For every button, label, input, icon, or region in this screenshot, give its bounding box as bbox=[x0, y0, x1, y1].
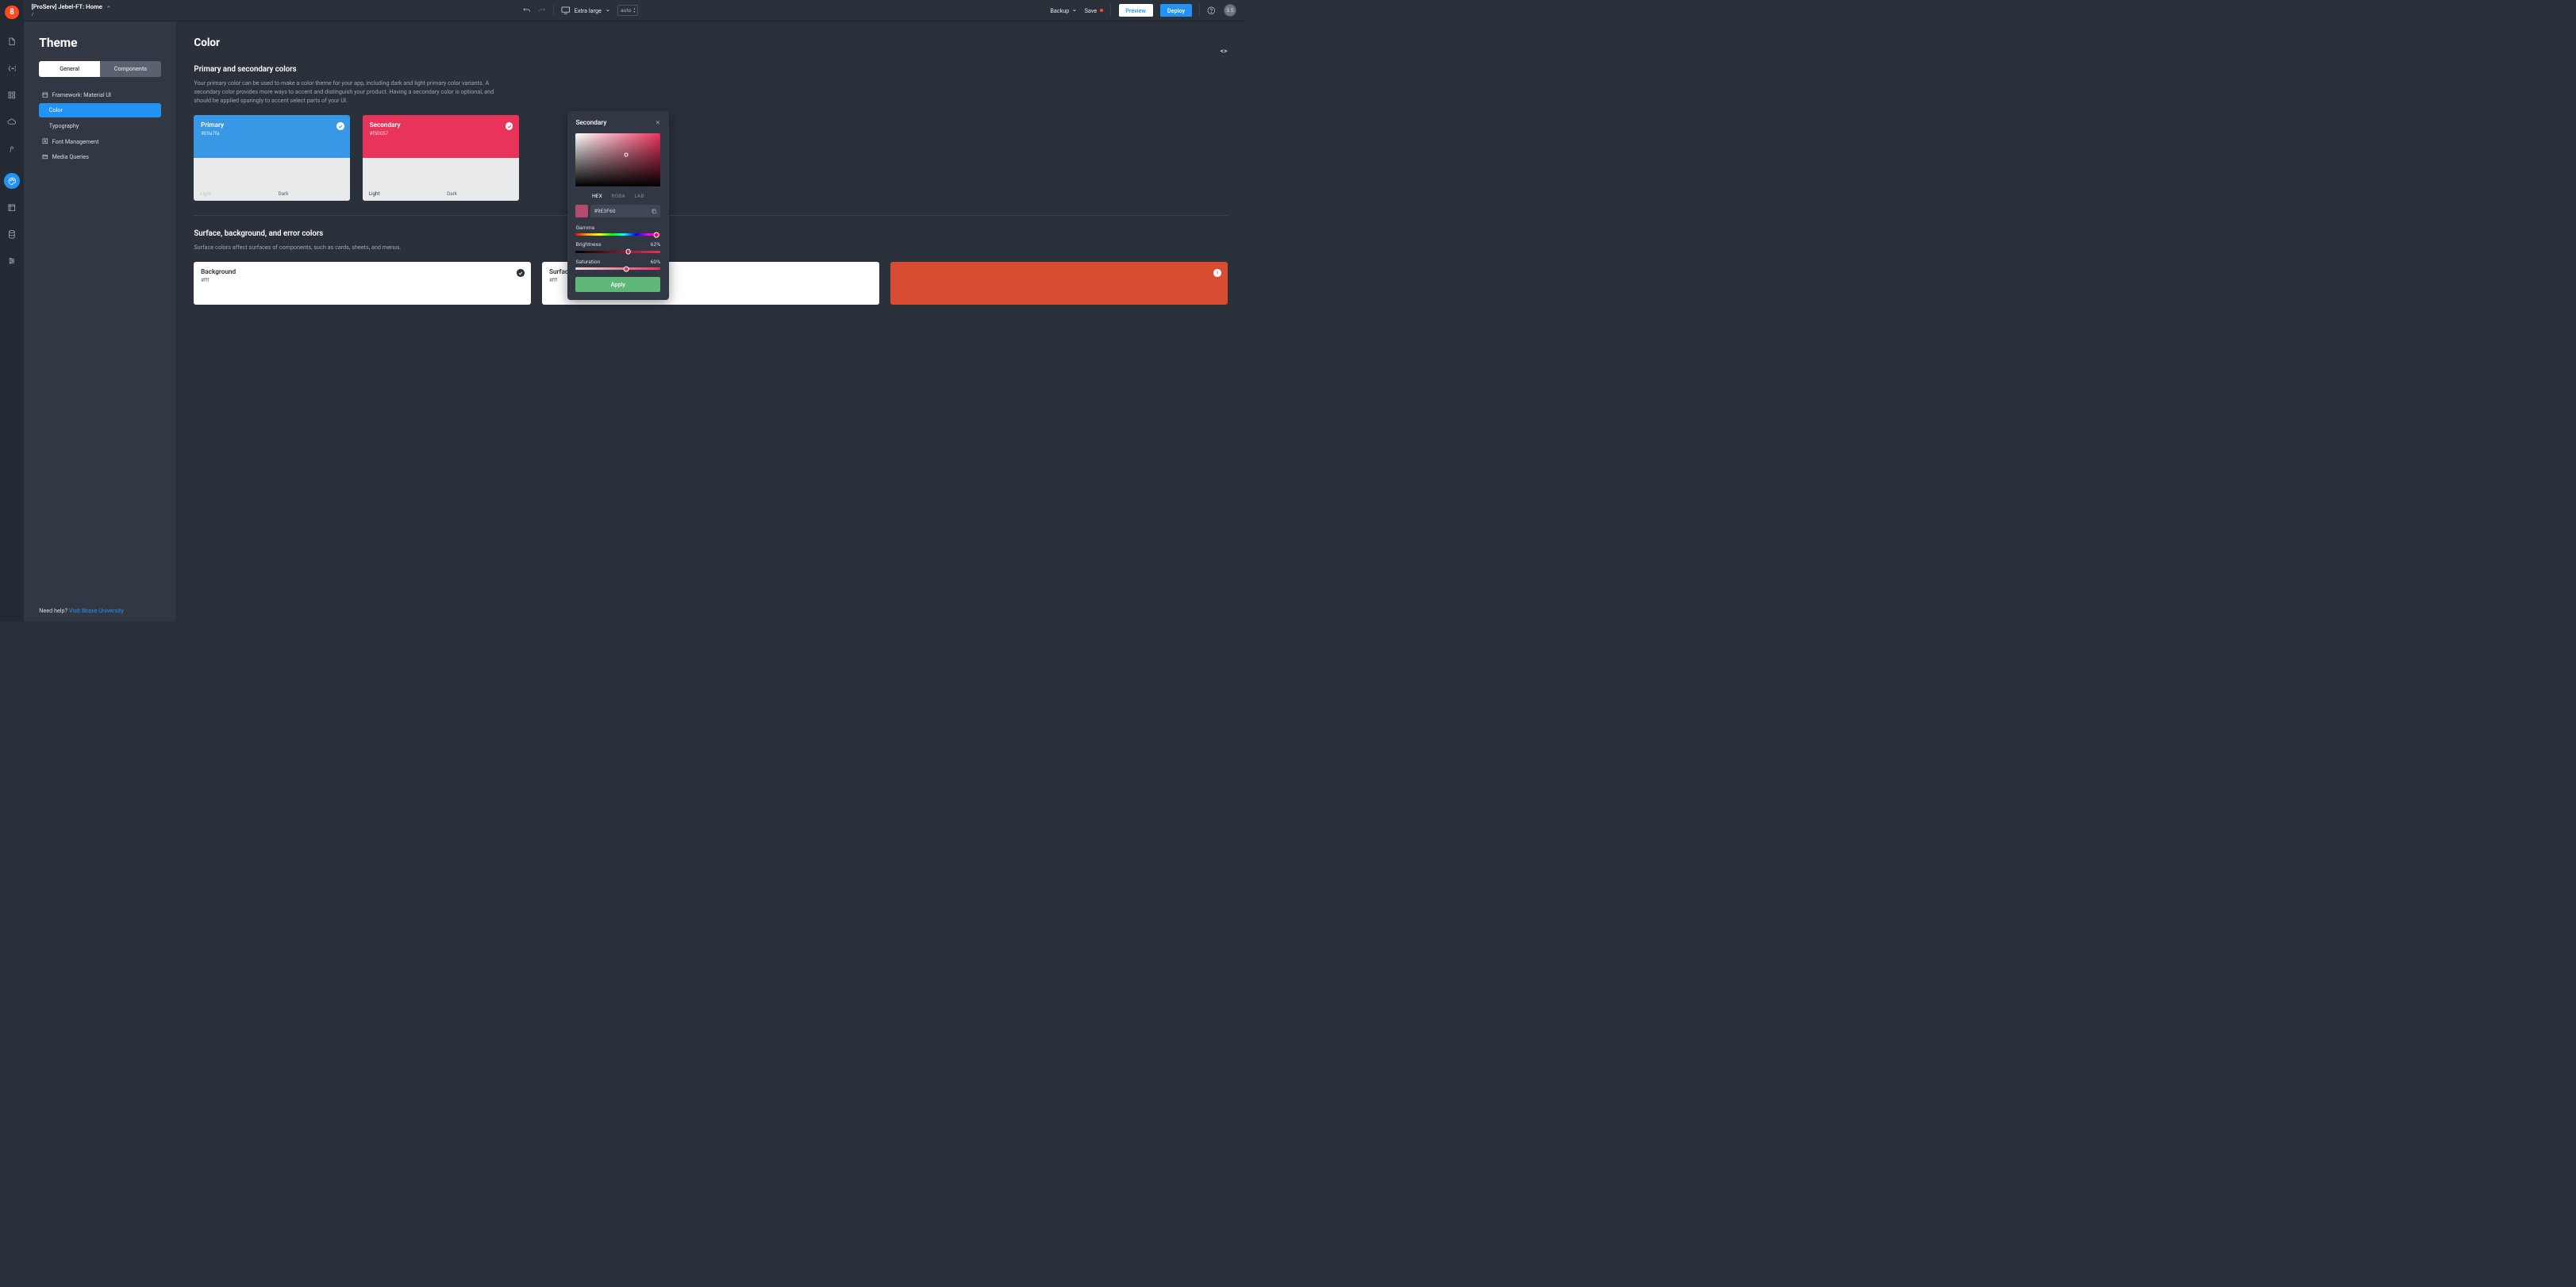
primary-hex: #09a7fa bbox=[201, 130, 344, 136]
primary-dark: Dark bbox=[272, 158, 351, 201]
format-tabs: HEX RGBA LAB bbox=[575, 193, 660, 199]
section-desc-primary: Your primary color can be used to make a… bbox=[194, 79, 508, 106]
topbar: [ProServ] Jebel-FT: Home / Extra large bbox=[24, 0, 1244, 21]
pages-icon[interactable] bbox=[4, 33, 19, 48]
tab-components[interactable]: Components bbox=[100, 61, 161, 77]
theme-icon[interactable] bbox=[4, 173, 19, 188]
unsaved-indicator bbox=[1100, 9, 1103, 12]
check-icon bbox=[506, 122, 513, 130]
zoom-value: auto bbox=[621, 7, 631, 13]
secondary-dark: Dark bbox=[440, 158, 519, 201]
avatar[interactable]: S S bbox=[1224, 4, 1236, 17]
theme-tree: Framework: Material UI Color Typography … bbox=[39, 87, 161, 164]
primary-swatch[interactable]: Primary #09a7fa Light Dark bbox=[194, 115, 350, 201]
help-text: Need help? Visit 8base University bbox=[39, 607, 161, 614]
tree-media[interactable]: Media Queries bbox=[39, 149, 161, 164]
brightness-value: 62% bbox=[651, 241, 661, 248]
help-icon[interactable] bbox=[1207, 6, 1216, 15]
theme-sidebar: Theme General Components Framework: Mate… bbox=[24, 21, 177, 621]
secondary-hex: #f50057 bbox=[370, 130, 513, 136]
background-label: Background bbox=[201, 268, 524, 276]
tree-color[interactable]: Color bbox=[39, 103, 161, 118]
saturation-value: 60% bbox=[651, 259, 661, 265]
backup-button[interactable]: Backup bbox=[1050, 7, 1077, 14]
tree-fonts[interactable]: Font Management bbox=[39, 134, 161, 149]
cloud-icon[interactable] bbox=[4, 114, 19, 129]
settings-icon[interactable] bbox=[4, 254, 19, 269]
path: / bbox=[32, 11, 111, 17]
error-swatch[interactable]: ! bbox=[890, 262, 1227, 305]
logo[interactable]: 8 bbox=[5, 6, 18, 19]
format-lab[interactable]: LAB bbox=[634, 193, 644, 199]
viewport-label: Extra large bbox=[575, 7, 602, 14]
spectrum-cursor[interactable] bbox=[625, 153, 629, 157]
color-picker-popover: Secondary ✕ HEX RGBA LAB #9E3F60 bbox=[567, 111, 669, 300]
background-swatch[interactable]: Background #fff bbox=[194, 262, 530, 305]
code-toggle-icon[interactable]: <> bbox=[1221, 48, 1228, 56]
section-title-primary: Primary and secondary colors bbox=[194, 65, 1227, 74]
zoom-input[interactable]: auto ▴▾ bbox=[617, 5, 638, 16]
assets-icon[interactable] bbox=[4, 200, 19, 215]
format-rgba[interactable]: RGBA bbox=[611, 193, 625, 199]
tree-framework[interactable]: Framework: Material UI bbox=[39, 87, 161, 102]
gamma-slider[interactable] bbox=[575, 233, 660, 236]
hex-input[interactable]: #9E3F60 bbox=[590, 205, 660, 217]
gamma-thumb[interactable] bbox=[653, 232, 659, 238]
deploy-button[interactable]: Deploy bbox=[1160, 4, 1191, 17]
save-button[interactable]: Save bbox=[1085, 7, 1103, 14]
redo-icon bbox=[538, 7, 546, 13]
brightness-label: Brightness bbox=[575, 241, 601, 248]
format-hex[interactable]: HEX bbox=[592, 193, 602, 199]
background-hex: #fff bbox=[201, 277, 524, 283]
check-icon bbox=[336, 122, 344, 130]
components-icon[interactable] bbox=[4, 87, 19, 102]
zoom-stepper[interactable]: ▴▾ bbox=[633, 7, 635, 13]
picker-title: Secondary bbox=[575, 119, 606, 127]
tree-typography[interactable]: Typography bbox=[39, 118, 161, 133]
saturation-thumb[interactable] bbox=[624, 267, 629, 272]
saturation-slider[interactable] bbox=[575, 267, 660, 270]
primary-light: Light bbox=[194, 158, 272, 201]
spectrum-field[interactable] bbox=[575, 133, 660, 186]
brightness-slider[interactable] bbox=[575, 251, 660, 253]
saturation-label: Saturation bbox=[575, 259, 600, 265]
content-heading: Color bbox=[194, 36, 1227, 49]
viewport-selector[interactable]: Extra large bbox=[561, 6, 609, 14]
error-icon: ! bbox=[1213, 269, 1221, 277]
theme-tabs: General Components bbox=[39, 61, 161, 77]
breadcrumb[interactable]: [ProServ] Jebel-FT: Home / bbox=[32, 3, 111, 17]
page-title: Theme bbox=[39, 36, 161, 50]
help-link[interactable]: Visit 8base University bbox=[69, 607, 124, 614]
apply-button[interactable]: Apply bbox=[575, 277, 660, 292]
hex-preview-swatch bbox=[575, 205, 587, 217]
tab-general[interactable]: General bbox=[39, 61, 100, 77]
section-desc-surface: Surface colors affect surfaces of compon… bbox=[194, 244, 508, 252]
secondary-label: Secondary bbox=[370, 121, 513, 129]
copy-icon[interactable] bbox=[652, 209, 657, 214]
secondary-swatch[interactable]: Secondary #f50057 Light Dark bbox=[363, 115, 519, 201]
gamma-label: Gamma bbox=[575, 225, 594, 231]
database-icon[interactable] bbox=[4, 227, 19, 242]
close-icon[interactable]: ✕ bbox=[656, 119, 660, 126]
section-title-surface: Surface, background, and error colors bbox=[194, 229, 1227, 238]
undo-icon[interactable] bbox=[523, 7, 531, 13]
content-area: Color <> Primary and secondary colors Yo… bbox=[177, 21, 1244, 621]
chevron-down-icon bbox=[106, 5, 111, 10]
separator bbox=[194, 215, 1227, 216]
brightness-thumb[interactable] bbox=[625, 249, 631, 255]
preview-button[interactable]: Preview bbox=[1119, 4, 1153, 17]
project-title: [ProServ] Jebel-FT: Home bbox=[32, 3, 102, 10]
primary-label: Primary bbox=[201, 121, 344, 129]
secondary-light: Light bbox=[363, 158, 441, 201]
functions-icon[interactable]: fx bbox=[4, 141, 19, 156]
left-rail: 8 fx bbox=[0, 0, 24, 621]
api-icon[interactable] bbox=[4, 60, 19, 75]
